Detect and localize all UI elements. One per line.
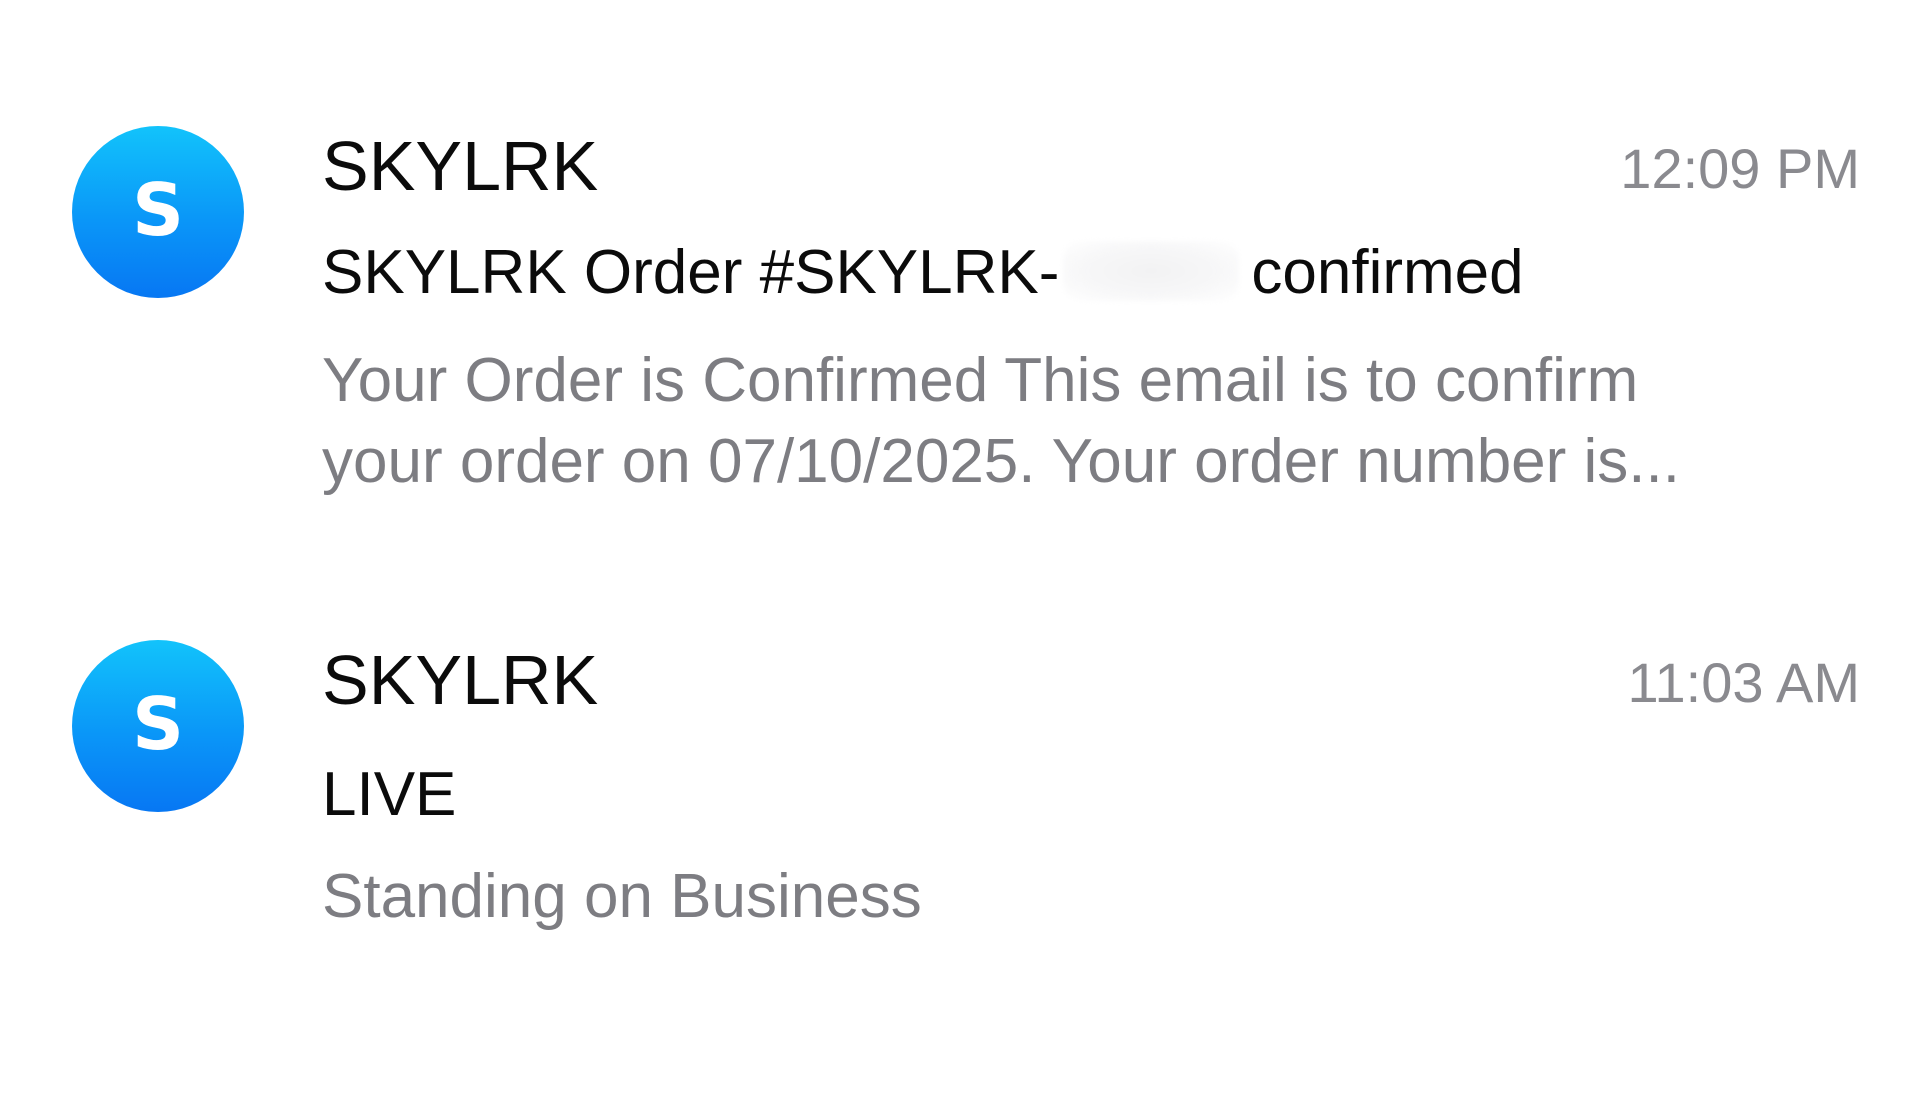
message-time: 12:09 PM [1620,137,1860,200]
message-preview: Your Order is Confirmed This email is to… [322,340,1882,502]
mail-list: S SKYLRK 12:09 PM SKYLRK Order #SKYLRK-c… [0,0,1920,1093]
avatar: S [72,640,244,812]
sender-name: SKYLRK [322,127,599,205]
subject-text-start: SKYLRK Order #SKYLRK- [322,238,1060,307]
preview-line: your order on 07/10/2025. Your order num… [322,427,1680,496]
sender-name: SKYLRK [322,641,599,719]
avatar-initial: S [132,682,184,766]
list-item[interactable]: S SKYLRK 12:09 PM SKYLRK Order #SKYLRK-c… [0,126,1920,526]
avatar: S [72,126,244,298]
subject-text-end: confirmed [1251,238,1524,307]
message-preview: Standing on Business [322,856,1882,937]
message-time: 11:03 AM [1627,651,1860,714]
message-subject: LIVE [322,760,457,829]
preview-line: Your Order is Confirmed This email is to… [322,346,1639,415]
redacted-order-number [1063,241,1240,301]
preview-line: Standing on Business [322,862,922,931]
list-item[interactable]: S SKYLRK 11:03 AM LIVE Standing on Busin… [0,640,1920,970]
message-subject: SKYLRK Order #SKYLRK-confirmed [322,236,1524,310]
avatar-initial: S [132,168,184,252]
